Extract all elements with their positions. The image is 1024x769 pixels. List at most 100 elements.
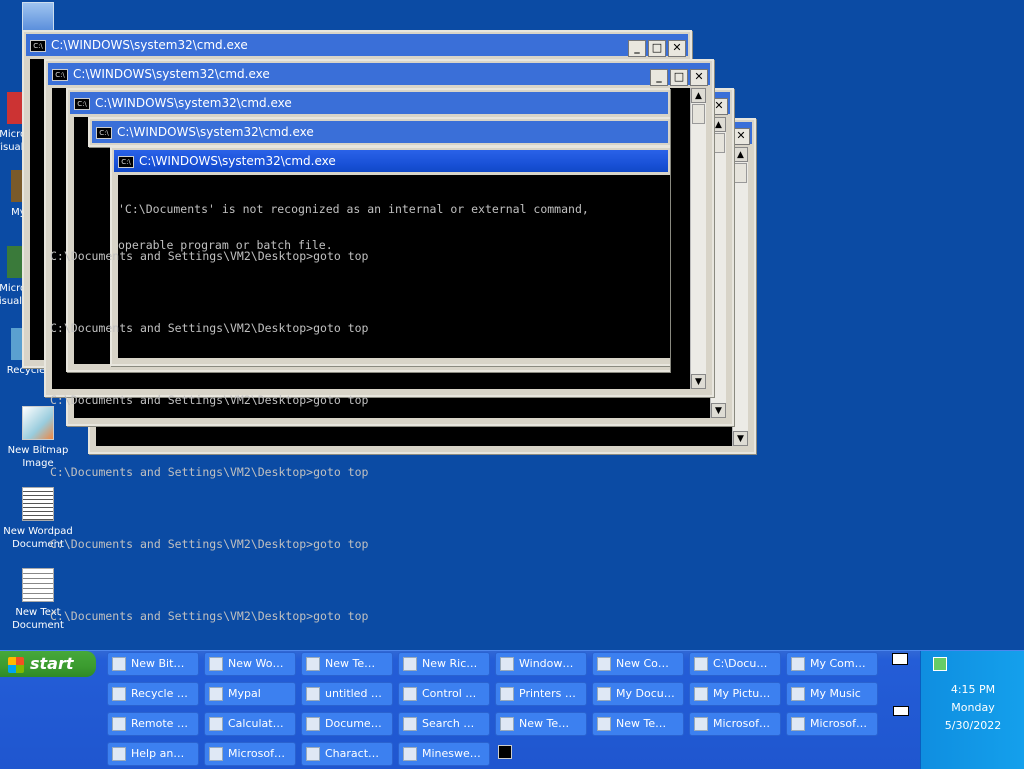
app-icon	[112, 687, 126, 701]
taskbar-button[interactable]: Mineswe…	[398, 742, 490, 766]
taskbar-button[interactable]: New Co…	[592, 652, 684, 676]
app-icon	[209, 717, 223, 731]
taskbar-button[interactable]: New Bit…	[107, 652, 199, 676]
windows-logo-icon	[8, 656, 24, 673]
maximize-button[interactable]: □	[670, 69, 688, 86]
app-icon	[209, 657, 223, 671]
app-icon	[112, 657, 126, 671]
app-icon	[306, 747, 320, 761]
app-icon	[112, 717, 126, 731]
cmd-icon: C:\	[30, 39, 46, 52]
app-icon	[791, 657, 805, 671]
scroll-up-button[interactable]: ▲	[733, 147, 748, 162]
taskbar-button[interactable]: My Pictu…	[689, 682, 781, 706]
system-tray: 4:15 PM Monday 5/30/2022	[920, 651, 1024, 769]
minimize-button[interactable]: _	[650, 69, 668, 86]
taskbar-button[interactable]: New Te…	[495, 712, 587, 736]
app-icon	[500, 717, 514, 731]
scroll-down-button[interactable]: ▼	[711, 403, 726, 418]
taskbar-button[interactable]: Search …	[398, 712, 490, 736]
taskbar-button[interactable]: Microsof…	[204, 742, 296, 766]
console-line: C:\Documents and Settings\VM2\Desktop>go…	[50, 609, 369, 623]
taskbar-button[interactable]: Printers …	[495, 682, 587, 706]
title-bar[interactable]: C:\C:\WINDOWS\system32\cmd.exe	[114, 150, 668, 172]
taskbar-button[interactable]: Recycle …	[107, 682, 199, 706]
app-icon	[791, 717, 805, 731]
taskbar-button[interactable]: Microsof…	[786, 712, 878, 736]
scroll-thumb[interactable]	[734, 163, 747, 183]
taskbar-button[interactable]: New Wo…	[204, 652, 296, 676]
app-icon	[791, 687, 805, 701]
scroll-up-button[interactable]: ▲	[691, 88, 706, 103]
close-button[interactable]: ✕	[732, 128, 750, 145]
app-icon	[306, 717, 320, 731]
taskbar-button[interactable]: untitled …	[301, 682, 393, 706]
taskbar-button[interactable]: Microsof…	[689, 712, 781, 736]
taskbar-button[interactable]: New Ric…	[398, 652, 490, 676]
title-bar[interactable]: C:\C:\WINDOWS\system32\cmd.exe	[26, 34, 688, 56]
title-bar[interactable]: C:\C:\WINDOWS\system32\cmd.exe	[70, 92, 668, 114]
app-icon	[112, 747, 126, 761]
title-bar[interactable]: C:\C:\WINDOWS\system32\cmd.exe	[92, 121, 668, 143]
taskbar-button[interactable]: Window…	[495, 652, 587, 676]
clock-date: 5/30/2022	[944, 719, 1002, 732]
close-button[interactable]: ✕	[690, 69, 708, 86]
keyboard-icon	[893, 706, 909, 716]
taskbar-button[interactable]: C:\Docu…	[689, 652, 781, 676]
app-icon	[403, 657, 417, 671]
console-line: C:\Documents and Settings\VM2\Desktop>go…	[50, 537, 369, 551]
taskbar-button[interactable]: Docume…	[301, 712, 393, 736]
clock-time[interactable]: 4:15 PM	[921, 683, 1024, 696]
console-line: C:\Documents and Settings\VM2\Desktop>go…	[50, 249, 369, 263]
app-icon	[597, 717, 611, 731]
taskbar-button[interactable]: Remote …	[107, 712, 199, 736]
taskbar-button[interactable]: Mypal	[204, 682, 296, 706]
taskbar-button[interactable]: New Te…	[301, 652, 393, 676]
cmd-icon: C:\	[96, 126, 112, 139]
app-icon	[306, 657, 320, 671]
app-icon	[403, 717, 417, 731]
cmd-icon	[498, 745, 512, 759]
keyboard-icon	[892, 653, 908, 665]
taskbar-button[interactable]: New Te…	[592, 712, 684, 736]
app-icon	[694, 657, 708, 671]
scroll-thumb[interactable]	[692, 104, 705, 124]
taskbar-button[interactable]: Charact…	[301, 742, 393, 766]
taskbar: start New Bit… New Wo… New Te… New Ric… Wind…	[0, 650, 1024, 769]
taskbar-button[interactable]: Control …	[398, 682, 490, 706]
taskbar-button[interactable]: My Docu…	[592, 682, 684, 706]
taskbar-button[interactable]: My Com…	[786, 652, 878, 676]
app-icon	[597, 657, 611, 671]
vertical-scrollbar[interactable]: ▲▼	[732, 147, 748, 446]
maximize-button[interactable]: □	[648, 40, 666, 57]
taskbar-button-cmd[interactable]	[494, 741, 524, 765]
app-icon	[500, 657, 514, 671]
app-icon	[403, 687, 417, 701]
close-button[interactable]: ✕	[668, 40, 686, 57]
app-icon	[403, 747, 417, 761]
start-button[interactable]: start	[0, 651, 96, 677]
network-icon	[933, 657, 947, 671]
app-icon	[597, 687, 611, 701]
console-line: C:\Documents and Settings\VM2\Desktop>go…	[50, 321, 369, 335]
taskbar-button[interactable]: Help an…	[107, 742, 199, 766]
app-icon	[306, 687, 320, 701]
cmd-icon: C:\	[118, 155, 134, 168]
minimize-button[interactable]: _	[628, 40, 646, 57]
cmd-icon: C:\	[52, 68, 68, 81]
app-icon	[694, 717, 708, 731]
cmd-window-4-title[interactable]: C:\ C:\WINDOWS\system32\cmd.exe	[88, 117, 670, 147]
vertical-scrollbar[interactable]: ▲▼	[690, 88, 706, 389]
app-icon	[500, 687, 514, 701]
scroll-down-button[interactable]: ▼	[691, 374, 706, 389]
cmd-icon: C:\	[74, 97, 90, 110]
app-icon	[209, 687, 223, 701]
console-prompt-lines: C:\Documents and Settings\VM2\Desktop>go…	[50, 196, 666, 724]
app-icon	[694, 687, 708, 701]
scroll-down-button[interactable]: ▼	[733, 431, 748, 446]
app-icon	[209, 747, 223, 761]
taskbar-button[interactable]: Calculat…	[204, 712, 296, 736]
clock-day: Monday	[951, 701, 995, 714]
taskbar-button[interactable]: My Music	[786, 682, 878, 706]
title-bar[interactable]: C:\C:\WINDOWS\system32\cmd.exe	[48, 63, 710, 85]
